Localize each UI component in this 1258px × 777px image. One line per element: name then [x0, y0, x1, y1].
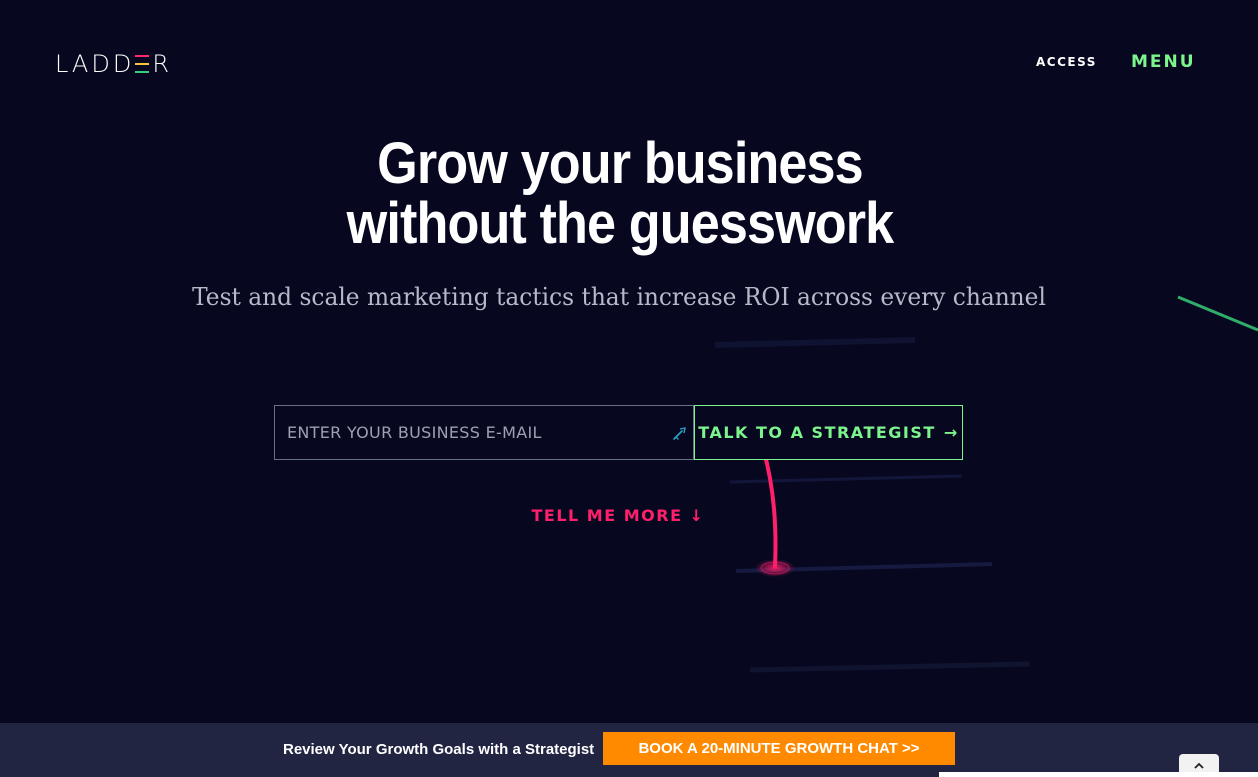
tell-me-more-link[interactable]: TELL ME MORE ↓ [0, 506, 1236, 525]
chevron-up-icon [1194, 762, 1204, 769]
right-arrow-icon: → [943, 423, 959, 442]
cta-label: TALK TO A STRATEGIST [698, 423, 936, 442]
book-growth-chat-button[interactable]: BOOK A 20-MINUTE GROWTH CHAT >> [603, 732, 955, 765]
logo-e-mark [135, 54, 150, 74]
access-link[interactable]: ACCESS [1036, 55, 1097, 69]
logo-text-end: R [152, 50, 172, 78]
autofill-key-icon[interactable] [671, 424, 689, 442]
background-decoration [714, 295, 1258, 673]
talk-to-strategist-button[interactable]: TALK TO A STRATEGIST → [694, 405, 963, 460]
hero-headline: Grow your business without the guesswork [62, 134, 1178, 254]
headline-line-1: Grow your business [377, 131, 864, 196]
email-field[interactable] [275, 406, 693, 459]
ladder-logo[interactable]: LADD R [55, 50, 172, 78]
hero-subheadline: Test and scale marketing tactics that in… [192, 283, 1046, 311]
down-arrow-icon: ↓ [689, 506, 705, 525]
headline-line-2: without the guesswork [346, 191, 895, 256]
menu-button[interactable]: MENU [1131, 52, 1196, 72]
tell-me-more-label: TELL ME MORE [531, 506, 683, 525]
logo-text-start: LADD [55, 50, 135, 78]
page-edge-strip [939, 772, 1258, 777]
promo-bar-text: Review Your Growth Goals with a Strategi… [283, 741, 595, 758]
email-field-wrapper [274, 405, 694, 460]
